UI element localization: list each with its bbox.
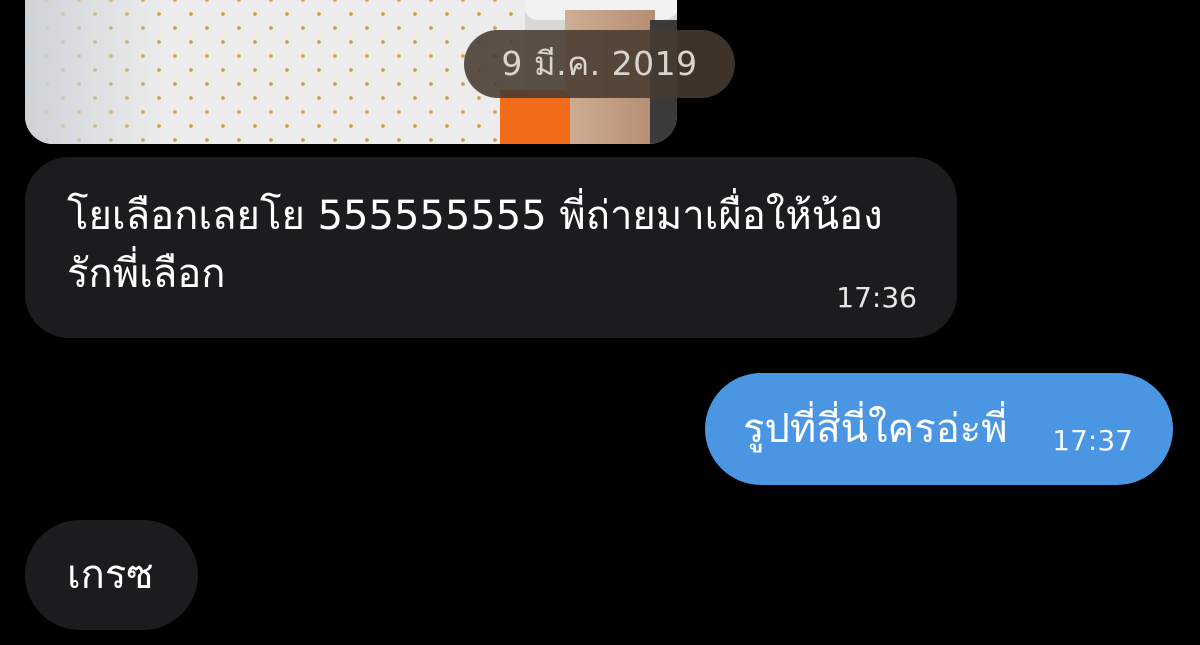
message-text: รูปที่สี่นี่ใครอ่ะพี่	[743, 406, 1008, 452]
photo-orange-object	[500, 90, 570, 144]
incoming-message-bubble[interactable]: เกรซ	[25, 520, 198, 630]
photo-shade	[25, 0, 165, 144]
incoming-message-bubble[interactable]: โยเลือกเลยโย 555555555 พี่ถ่ายมาเผื่อให้…	[25, 157, 957, 338]
message-text: โยเลือกเลยโย 555555555 พี่ถ่ายมาเผื่อให้…	[67, 193, 883, 297]
message-time: 17:37	[1052, 424, 1133, 457]
message-time: 17:36	[836, 281, 917, 314]
date-pill: 9 มี.ค. 2019	[464, 30, 735, 98]
outgoing-message-bubble[interactable]: รูปที่สี่นี่ใครอ่ะพี่ 17:37	[705, 373, 1173, 485]
chat-view: 9 มี.ค. 2019 โยเลือกเลยโย 555555555 พี่ถ…	[0, 0, 1200, 645]
message-text: เกรซ	[67, 552, 154, 598]
